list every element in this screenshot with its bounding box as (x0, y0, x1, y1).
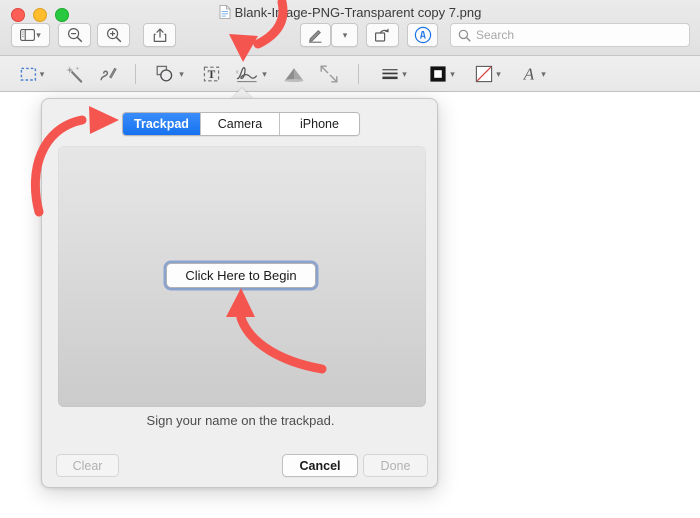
border-color-tool-button[interactable]: ▾ (420, 61, 464, 87)
zoom-in-button[interactable] (97, 23, 130, 47)
document-title-bar: Blank-Image-PNG-Transparent copy 7.png (0, 4, 700, 24)
markup-pen-icon (307, 27, 324, 43)
text-tool-button[interactable]: T (196, 61, 226, 87)
chevron-down-icon: ▾ (496, 70, 501, 79)
window-titlebar: Blank-Image-PNG-Transparent copy 7.png ▾ (0, 0, 700, 56)
chevron-down-icon: ▾ (36, 31, 41, 40)
shapes-icon (156, 65, 176, 83)
tab-iphone[interactable]: iPhone (280, 113, 359, 135)
signature-tool-button[interactable]: x ▾ (228, 61, 274, 87)
font-a-icon: A (520, 65, 538, 83)
border-square-icon (429, 65, 447, 83)
tab-camera[interactable]: Camera (201, 113, 280, 135)
svg-text:T: T (207, 69, 215, 81)
shapes-tool-button[interactable]: ▾ (148, 61, 192, 87)
fill-color-tool-button[interactable]: ▾ (466, 61, 510, 87)
tab-trackpad[interactable]: Trackpad (123, 113, 201, 135)
hint-text: Sign your name on the trackpad. (42, 413, 439, 428)
selection-tool-button[interactable]: ▾ (10, 61, 54, 87)
preview-window: Blank-Image-PNG-Transparent copy 7.png ▾ (0, 0, 700, 518)
fill-square-icon (475, 65, 493, 83)
trackpad-capture-area[interactable]: Click Here to Begin (58, 146, 426, 407)
signature-source-tabs: Trackpad Camera iPhone (122, 112, 360, 136)
zoom-out-icon (67, 27, 83, 43)
dashed-rectangle-icon (20, 66, 37, 83)
signature-icon: x (235, 65, 259, 84)
chevron-down-icon: ▾ (40, 70, 45, 79)
window-toolbar: ▾ (0, 23, 700, 51)
zoom-in-icon (106, 27, 122, 43)
begin-button-label: Click Here to Begin (185, 268, 296, 283)
pencil-sketch-icon (99, 65, 118, 84)
text-box-icon: T (202, 65, 221, 83)
instant-alpha-tool-button[interactable] (60, 61, 88, 87)
clear-button[interactable]: Clear (56, 454, 119, 477)
markup-toolbar: ▾ ▾ (0, 56, 700, 92)
markup-button[interactable] (300, 23, 331, 47)
magic-wand-icon (65, 65, 84, 84)
document-title-text: Blank-Image-PNG-Transparent copy 7.png (235, 5, 482, 20)
sidebar-button[interactable]: ▾ (11, 23, 50, 47)
annotate-circle-icon (414, 26, 432, 44)
done-button[interactable]: Done (363, 454, 428, 477)
sketch-tool-button[interactable] (94, 61, 122, 87)
markup-dropdown-button[interactable]: ▾ (331, 23, 358, 47)
line-weight-icon (381, 66, 399, 82)
toolbar-separator (135, 64, 136, 84)
begin-button[interactable]: Click Here to Begin (166, 263, 316, 288)
chevron-down-icon: ▾ (402, 70, 407, 79)
text-style-tool-button[interactable]: A ▾ (512, 61, 554, 87)
chevron-down-icon: ▾ (343, 31, 348, 40)
toolbar-separator (358, 64, 359, 84)
chevron-down-icon: ▾ (541, 70, 546, 79)
chevron-down-icon: ▾ (450, 70, 455, 79)
rotate-left-icon (374, 27, 391, 43)
share-button[interactable] (143, 23, 176, 47)
svg-text:A: A (523, 65, 535, 83)
chevron-down-icon: ▾ (179, 70, 184, 79)
resize-icon (319, 64, 339, 84)
search-field[interactable]: Search (450, 23, 690, 47)
svg-text:x: x (236, 69, 239, 75)
share-icon (153, 27, 167, 43)
shape-style-tool-button[interactable]: ▾ (372, 61, 416, 87)
prism-icon (283, 66, 305, 83)
document-icon (219, 5, 231, 24)
chevron-down-icon: ▾ (262, 70, 267, 79)
adjust-color-tool-button[interactable] (280, 61, 308, 87)
rotate-button[interactable] (366, 23, 399, 47)
cancel-button[interactable]: Cancel (282, 454, 358, 477)
search-icon (458, 29, 471, 42)
zoom-out-button[interactable] (58, 23, 91, 47)
search-input-placeholder: Search (476, 28, 514, 42)
annotate-button[interactable] (407, 23, 438, 47)
sidebar-icon (20, 29, 35, 41)
signature-popover: Trackpad Camera iPhone Click Here to Beg… (41, 98, 438, 488)
adjust-size-tool-button[interactable] (314, 61, 344, 87)
